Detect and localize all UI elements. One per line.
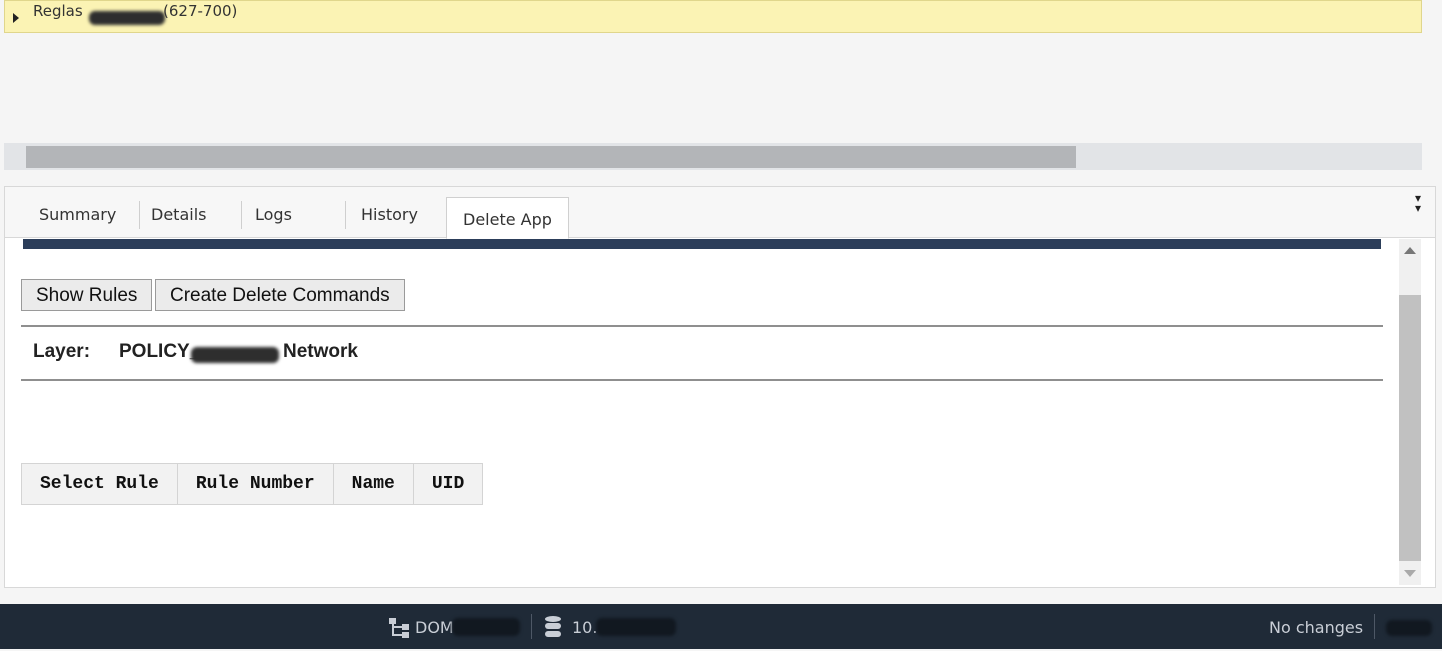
layer-label: Layer: bbox=[33, 341, 91, 362]
tab-history[interactable]: History bbox=[353, 201, 454, 229]
tab-summary[interactable]: Summary bbox=[31, 201, 140, 229]
status-bar: DOM 10. No changes bbox=[0, 604, 1442, 649]
redacted-text bbox=[452, 618, 520, 636]
table-header-row: Select Rule Rule Number Name UID bbox=[21, 463, 484, 505]
expand-arrow-icon[interactable] bbox=[13, 13, 19, 23]
divider bbox=[21, 325, 1383, 327]
status-separator bbox=[1374, 614, 1375, 639]
domain-icon bbox=[388, 604, 410, 649]
rule-group-header[interactable]: Reglas (627-700) bbox=[4, 0, 1422, 33]
rules-table: Select Rule Rule Number Name UID bbox=[21, 463, 484, 505]
horizontal-scrollbar-thumb[interactable] bbox=[26, 146, 1076, 168]
horizontal-scrollbar[interactable] bbox=[4, 143, 1422, 170]
delete-app-content: Show Rules Create Delete Commands Layer:… bbox=[5, 237, 1397, 587]
redacted-text bbox=[191, 347, 279, 363]
create-delete-commands-button[interactable]: Create Delete Commands bbox=[155, 279, 405, 311]
rule-group-range: (627-700) bbox=[163, 2, 238, 20]
server-address[interactable]: 10. bbox=[572, 604, 597, 649]
vertical-scrollbar[interactable] bbox=[1399, 239, 1421, 585]
layer-value-prefix: POLICY_ bbox=[119, 341, 201, 362]
domain-label[interactable]: DOM bbox=[415, 604, 454, 649]
layer-value-suffix: Network bbox=[283, 341, 358, 362]
tab-delete-app[interactable]: Delete App bbox=[446, 197, 569, 239]
divider bbox=[21, 379, 1383, 381]
vertical-scrollbar-thumb[interactable] bbox=[1399, 295, 1421, 561]
changes-status: No changes bbox=[1269, 618, 1364, 637]
rule-group-label: Reglas bbox=[33, 2, 83, 20]
server-icon bbox=[544, 604, 562, 649]
column-uid[interactable]: UID bbox=[412, 463, 484, 505]
tab-bar: Summary Details Logs History Delete App … bbox=[5, 187, 1435, 239]
redacted-text bbox=[596, 618, 676, 636]
details-panel: Summary Details Logs History Delete App … bbox=[4, 186, 1436, 588]
column-rule-number[interactable]: Rule Number bbox=[176, 463, 334, 505]
tab-logs[interactable]: Logs bbox=[247, 201, 346, 229]
scroll-up-icon[interactable] bbox=[1404, 247, 1416, 254]
collapse-panel-icon[interactable]: ▾ ▾ bbox=[1415, 192, 1421, 214]
header-strip bbox=[23, 239, 1381, 249]
redacted-text bbox=[1386, 620, 1432, 636]
tab-details[interactable]: Details bbox=[143, 201, 242, 229]
scroll-down-icon[interactable] bbox=[1404, 570, 1416, 577]
column-select-rule[interactable]: Select Rule bbox=[21, 463, 178, 505]
status-separator bbox=[531, 614, 532, 639]
show-rules-button[interactable]: Show Rules bbox=[21, 279, 153, 311]
redacted-text bbox=[89, 11, 165, 25]
column-name[interactable]: Name bbox=[332, 463, 414, 505]
